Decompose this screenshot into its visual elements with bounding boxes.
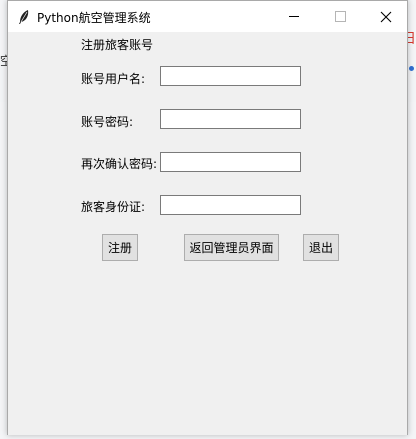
confirm-password-input[interactable] <box>160 152 301 172</box>
window-title: Python航空管理系统 <box>37 11 151 25</box>
register-window: Python航空管理系统 注册旅客账号 账号用户名: 账号密码: 再次确认密码:… <box>7 0 408 435</box>
maximize-button[interactable] <box>317 1 363 32</box>
exit-button[interactable]: 退出 <box>303 234 339 261</box>
minimize-icon <box>289 16 299 17</box>
id-card-label: 旅客身份证: <box>81 200 146 214</box>
password-label: 账号密码: <box>81 115 134 129</box>
confirm-password-label: 再次确认密码: <box>81 157 158 171</box>
form-heading: 注册旅客账号 <box>81 38 154 52</box>
back-to-admin-button[interactable]: 返回管理员界面 <box>184 234 279 261</box>
form-area: 注册旅客账号 账号用户名: 账号密码: 再次确认密码: 旅客身份证: 注册 返回… <box>8 32 407 435</box>
close-icon <box>380 11 392 22</box>
register-button[interactable]: 注册 <box>102 234 138 261</box>
username-input[interactable] <box>160 66 301 86</box>
title-bar[interactable]: Python航空管理系统 <box>8 1 407 32</box>
username-label: 账号用户名: <box>81 72 146 86</box>
feather-icon <box>19 10 29 24</box>
minimize-button[interactable] <box>271 1 317 32</box>
id-card-input[interactable] <box>160 195 301 215</box>
background-dot <box>409 66 414 71</box>
close-button[interactable] <box>363 1 409 32</box>
maximize-icon <box>334 11 346 22</box>
password-input[interactable] <box>160 109 301 129</box>
